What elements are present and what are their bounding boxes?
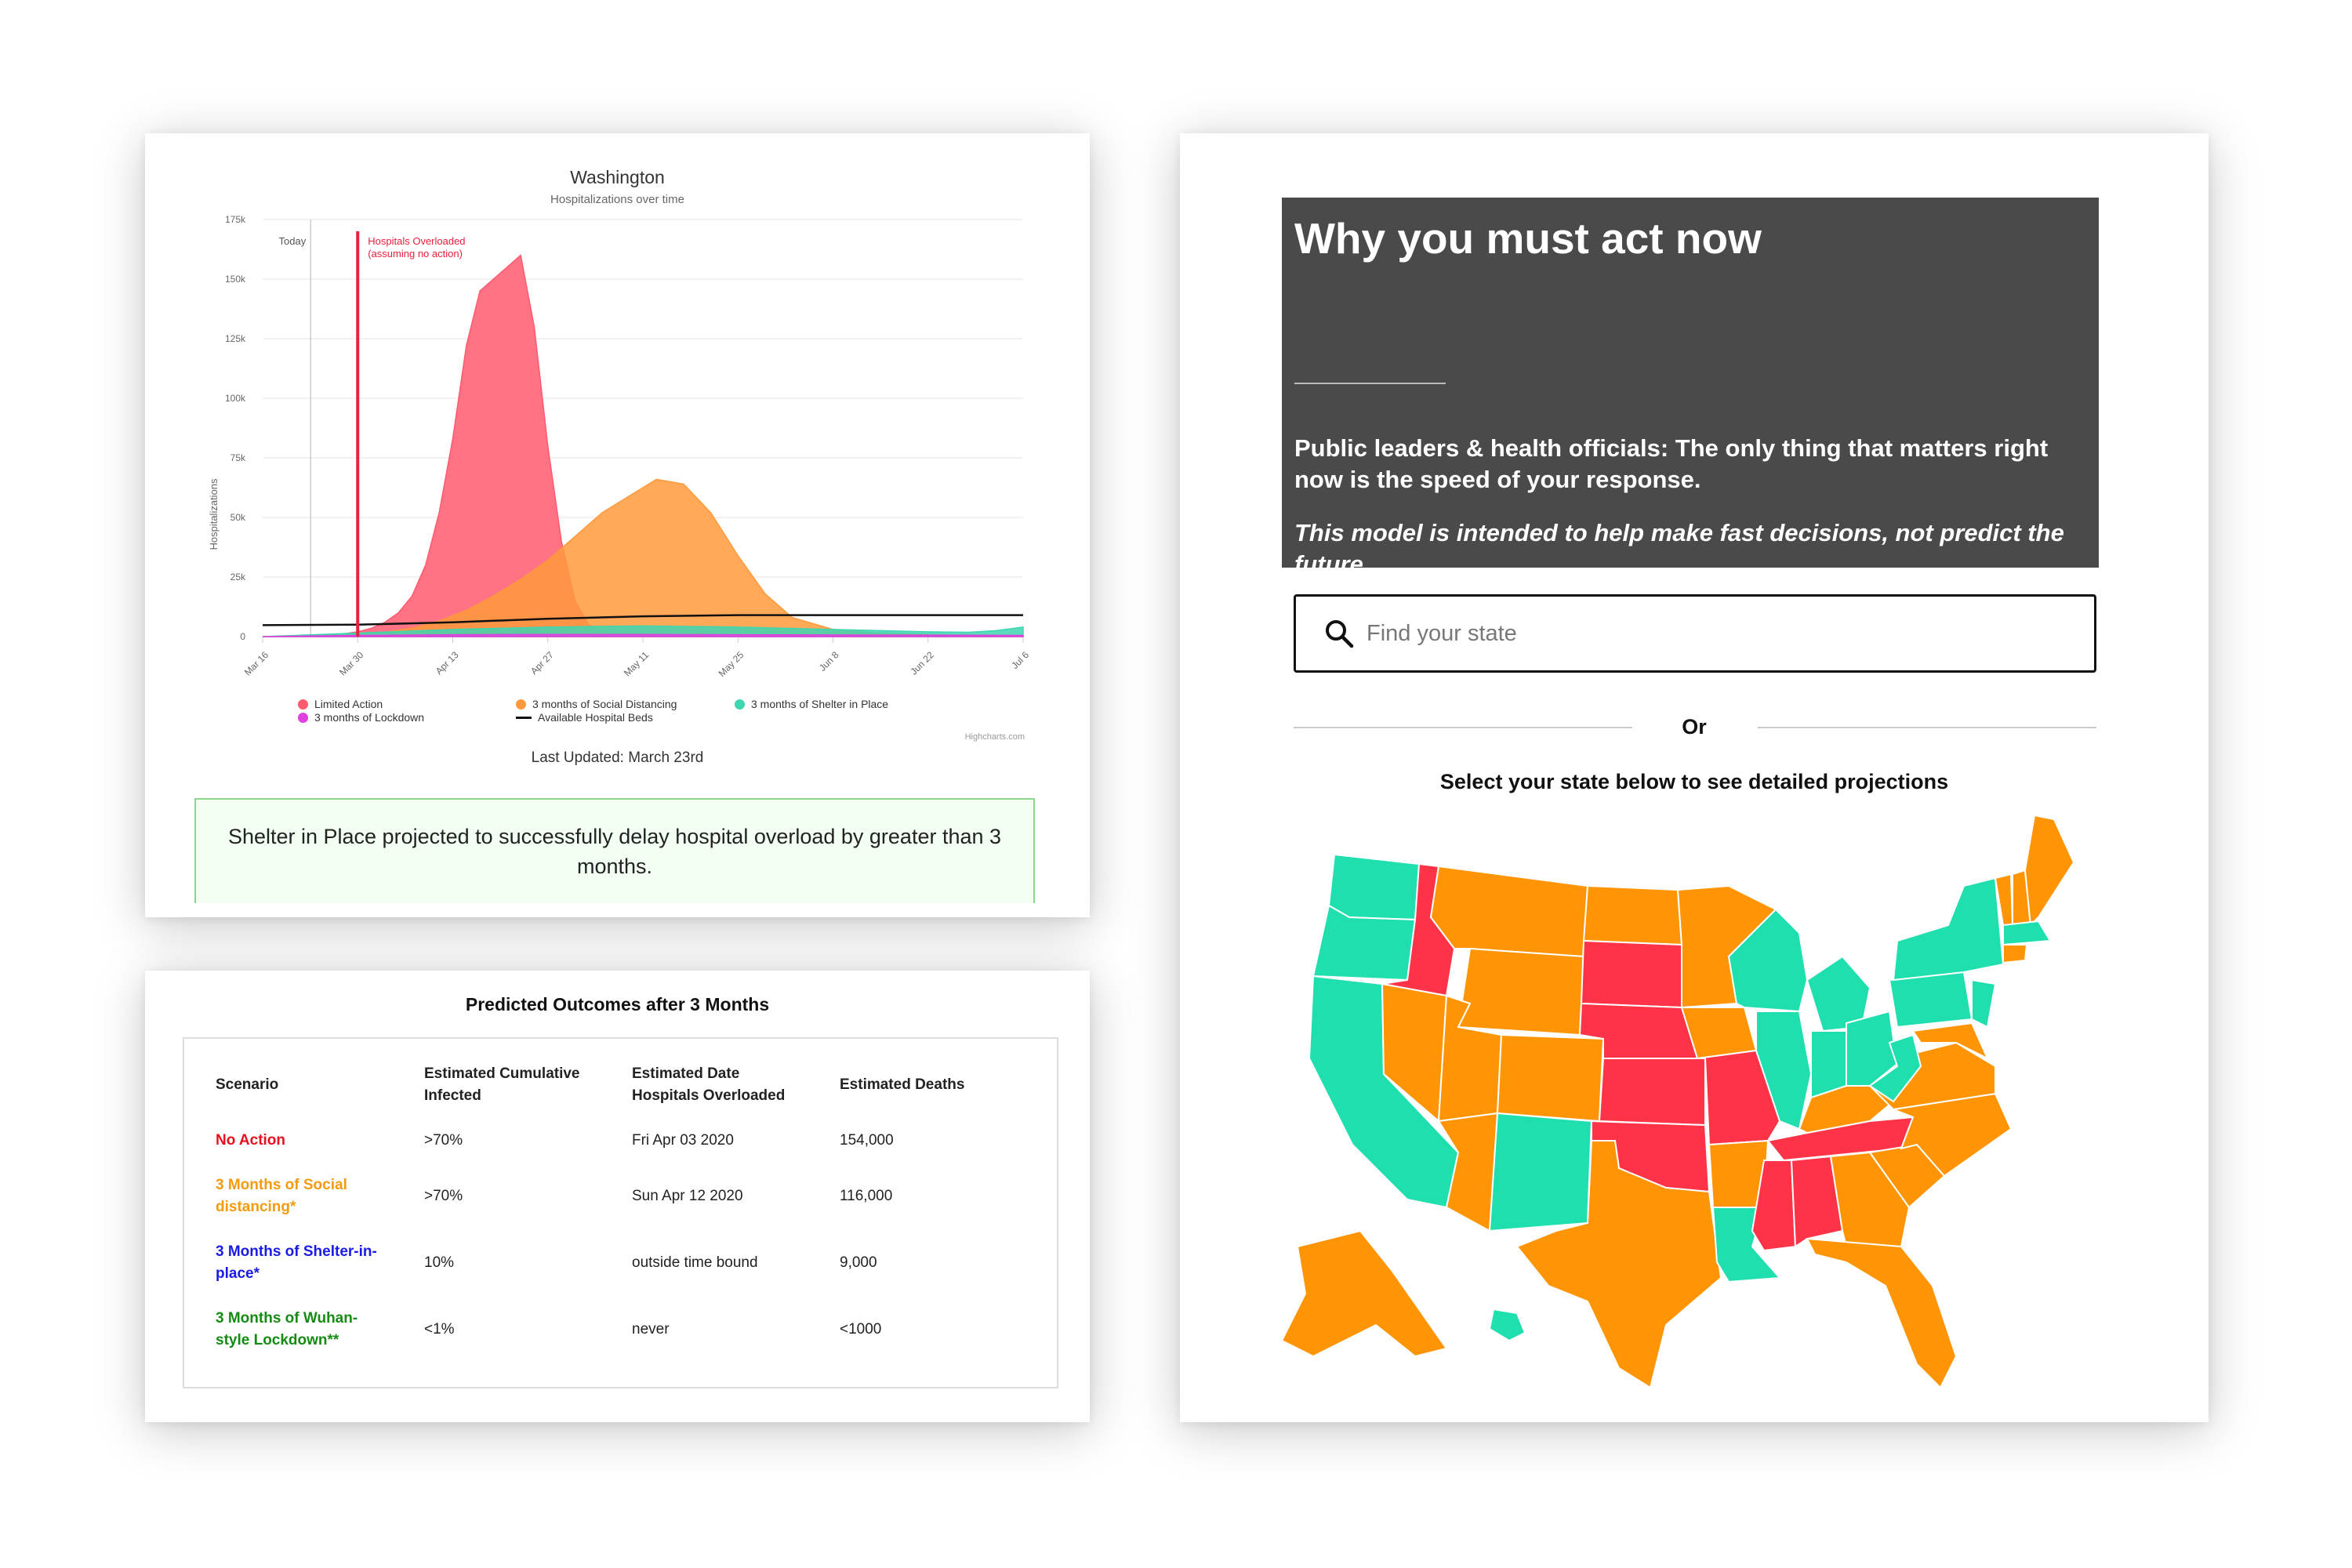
cell-overload-date: Fri Apr 03 2020: [632, 1132, 734, 1149]
cell-overload-date: outside time bound: [632, 1254, 758, 1271]
header-overload-line1: Estimated Date: [632, 1065, 740, 1082]
projection-notice: Shelter in Place projected to successful…: [194, 798, 1035, 903]
scenario-line: 3 Months of Wuhan-: [216, 1310, 358, 1327]
header-overload-line2: Hospitals Overloaded: [632, 1087, 786, 1104]
cell-infected: >70%: [424, 1132, 463, 1149]
x-tick-label: Jul 6: [1009, 649, 1031, 671]
y-tick-label: 0: [240, 631, 245, 642]
state-fl[interactable]: [1806, 1237, 1958, 1389]
state-nm[interactable]: [1488, 1112, 1593, 1232]
legend-dot: [516, 699, 526, 710]
legend-item-limited-action[interactable]: Limited Action: [298, 698, 383, 710]
state-wa[interactable]: [1327, 853, 1421, 921]
header-infected-line1: Estimated Cumulative: [424, 1065, 580, 1082]
state-selector-card: Why you must act now Public leaders & he…: [1180, 133, 2209, 1422]
scenario-lockdown: 3 Months of Wuhan- style Lockdown**: [216, 1308, 358, 1352]
scenario-line: 3 Months of Shelter-in-: [216, 1243, 377, 1260]
header-scenario: Scenario: [216, 1076, 279, 1093]
projection-chart-card: 0 25k 50k 75k 100k 125k 150k 175k Hospitalizatio…: [145, 133, 1090, 917]
cell-overload-date: Sun Apr 12 2020: [632, 1188, 743, 1204]
x-tick-label: Mar 16: [242, 649, 271, 678]
y-tick-label: 150k: [225, 274, 246, 285]
cell-infected: >70%: [424, 1188, 463, 1204]
y-tick-label: 175k: [225, 214, 246, 225]
overload-sublabel: (assuming no action): [368, 248, 463, 260]
y-tick-label: 125k: [225, 333, 246, 344]
today-label: Today: [279, 235, 307, 247]
header-infected: Estimated Cumulative Infected: [424, 1063, 580, 1107]
header-overload-date: Estimated Date Hospitals Overloaded: [632, 1063, 785, 1107]
y-tick-label: 50k: [230, 512, 246, 523]
last-updated: Last Updated: March 23rd: [531, 750, 704, 766]
x-tick-label: Jun 22: [908, 649, 936, 677]
y-tick-label: 25k: [230, 572, 246, 583]
scenario-line: distancing*: [216, 1199, 296, 1215]
x-tick-label: May 11: [622, 649, 651, 678]
header-infected-line2: Infected: [424, 1087, 481, 1104]
scenario-line: style Lockdown**: [216, 1332, 339, 1348]
x-tick-label: Apr 13: [434, 649, 461, 677]
state-ny[interactable]: [1892, 877, 2005, 982]
scenario-shelter-in-place: 3 Months of Shelter-in- place*: [216, 1241, 377, 1285]
chart-credits[interactable]: Highcharts.com: [965, 732, 1025, 742]
cell-deaths: <1000: [840, 1321, 882, 1338]
scenario-line: place*: [216, 1265, 260, 1282]
scenario-no-action: No Action: [216, 1130, 285, 1152]
legend-label: 3 months of Shelter in Place: [751, 698, 889, 710]
scenario-line: 3 Months of Social: [216, 1177, 347, 1193]
y-axis-title: Hospitalizations: [208, 478, 220, 550]
cell-infected: 10%: [424, 1254, 455, 1271]
cell-deaths: 154,000: [840, 1132, 894, 1149]
state-ak[interactable]: [1280, 1229, 1448, 1358]
x-tick-label: Jun 8: [817, 649, 841, 673]
scenario-social-distancing: 3 Months of Social distancing*: [216, 1174, 347, 1218]
cell-overload-date: never: [632, 1321, 670, 1338]
state-pa[interactable]: [1888, 971, 1973, 1029]
overload-label: Hospitals Overloaded: [368, 235, 465, 247]
scenario-line: No Action: [216, 1132, 286, 1149]
y-tick-label: 100k: [225, 393, 246, 404]
x-tick-label: May 25: [717, 649, 746, 679]
state-nd[interactable]: [1582, 884, 1683, 946]
state-ma[interactable]: [2002, 920, 2052, 946]
chart-subtitle: Hospitalizations over time: [550, 193, 684, 206]
cell-infected: <1%: [424, 1321, 455, 1338]
series-area-3: [262, 633, 1024, 637]
series-area-1: [262, 478, 1024, 637]
cell-deaths: 9,000: [840, 1254, 877, 1271]
legend-label: 3 months of Social Distancing: [532, 698, 677, 710]
state-me[interactable]: [2024, 814, 2075, 927]
state-ks[interactable]: [1598, 1058, 1706, 1127]
legend-line: [516, 716, 532, 719]
legend-item-social-distancing[interactable]: 3 months of Social Distancing: [516, 698, 677, 710]
chart-title: Washington: [570, 167, 665, 187]
legend-dot: [298, 699, 308, 710]
y-tick-label: 75k: [230, 452, 246, 463]
legend-label: Available Hospital Beds: [538, 711, 653, 724]
state-hi[interactable]: [1488, 1308, 1526, 1342]
state-wy[interactable]: [1457, 947, 1585, 1036]
cell-deaths: 116,000: [840, 1188, 893, 1204]
legend-dot: [298, 712, 308, 723]
state-co[interactable]: [1496, 1033, 1605, 1123]
state-ct[interactable]: [2002, 944, 2028, 964]
x-tick-label: Mar 30: [337, 649, 366, 678]
legend-dot: [735, 699, 745, 710]
legend-item-shelter-in-place[interactable]: 3 months of Shelter in Place: [735, 698, 888, 710]
outcomes-table: Scenario Estimated Cumulative Infected E…: [183, 1037, 1058, 1388]
header-deaths: Estimated Deaths: [840, 1076, 965, 1093]
x-tick-label: Apr 27: [528, 649, 556, 677]
state-sd[interactable]: [1580, 939, 1682, 1009]
state-mt[interactable]: [1429, 865, 1589, 958]
us-states-map: [1280, 814, 2075, 1389]
outcomes-table-card: Predicted Outcomes after 3 Months Scenar…: [145, 971, 1090, 1422]
legend-item-lockdown[interactable]: 3 months of Lockdown: [298, 711, 424, 724]
state-nj[interactable]: [1971, 978, 1997, 1029]
table-title: Predicted Outcomes after 3 Months: [465, 994, 770, 1014]
legend-label: 3 months of Lockdown: [314, 711, 425, 724]
legend-item-hospital-beds[interactable]: Available Hospital Beds: [516, 711, 653, 724]
legend-label: Limited Action: [314, 698, 383, 710]
